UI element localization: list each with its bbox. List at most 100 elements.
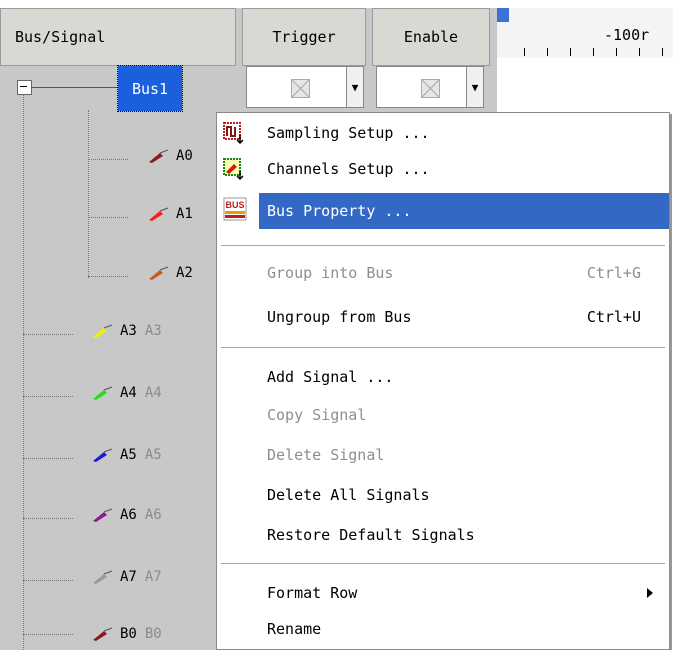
signal-name: B0	[120, 626, 137, 642]
tree-line	[23, 396, 73, 397]
menu-item-shortcut: Ctrl+G	[586, 264, 641, 282]
signal-alias: A3	[144, 323, 162, 339]
tree-line	[23, 518, 73, 519]
signal-row-a7[interactable]: A7 A7	[92, 569, 162, 585]
menu-separator	[221, 347, 665, 349]
tree-line	[88, 276, 128, 277]
signal-alias: B0	[144, 626, 162, 642]
enable-combo[interactable]: ▼	[376, 66, 484, 108]
ruler-tick	[547, 48, 548, 56]
tree-line	[23, 634, 73, 635]
signal-name: A4	[120, 385, 137, 401]
probe-icon	[149, 266, 169, 280]
menu-separator	[221, 245, 665, 247]
menu-item-label: Channels Setup ...	[267, 160, 430, 178]
signal-alias: A7	[144, 569, 162, 585]
ruler-tick	[662, 48, 663, 56]
tree-line	[23, 94, 24, 650]
menu-item-sampling-setup[interactable]: Sampling Setup ...	[217, 115, 667, 151]
menu-item-label: Delete All Signals	[267, 486, 430, 504]
top-strip	[0, 0, 673, 8]
ruler-tick	[570, 48, 571, 56]
signal-name: A5	[120, 447, 137, 463]
probe-icon	[93, 508, 113, 522]
menu-item-label: Ungroup from Bus	[267, 308, 412, 326]
signal-name: A2	[176, 265, 193, 281]
signal-name: A6	[120, 507, 137, 523]
sampling-icon	[223, 122, 244, 144]
menu-item-bus-property[interactable]: Bus Property ...	[259, 193, 669, 229]
column-header-bus-signal-label: Bus/Signal	[15, 28, 106, 46]
menu-item-label: Sampling Setup ...	[267, 124, 430, 142]
tree-line	[88, 110, 89, 278]
tree-line	[23, 458, 73, 459]
signal-row-a1[interactable]: A1	[148, 206, 193, 222]
signal-name: A7	[120, 569, 137, 585]
column-header-enable[interactable]: Enable	[372, 8, 490, 66]
context-menu: Sampling Setup ... Channels Setup ... BU…	[216, 112, 670, 650]
signal-name: A3	[120, 323, 137, 339]
probe-icon	[93, 448, 113, 462]
menu-item-ungroup-from-bus[interactable]: Ungroup from Bus Ctrl+U	[217, 299, 667, 335]
menu-item-label: Add Signal ...	[267, 368, 394, 386]
menu-item-delete-all-signals[interactable]: Delete All Signals	[217, 477, 667, 513]
probe-icon	[93, 570, 113, 584]
tree-line	[88, 217, 128, 218]
submenu-arrow-icon	[647, 588, 653, 598]
signal-alias: A4	[144, 385, 162, 401]
probe-icon	[93, 324, 113, 338]
menu-item-rename[interactable]: Rename	[217, 611, 667, 647]
chevron-down-icon[interactable]: ▼	[346, 67, 363, 107]
tree-line	[23, 334, 73, 335]
trigger-combo[interactable]: ▼	[246, 66, 364, 108]
signal-row-b0[interactable]: B0 B0	[92, 626, 162, 642]
menu-item-group-into-bus: Group into Bus Ctrl+G	[217, 255, 667, 291]
menu-item-copy-signal: Copy Signal	[217, 397, 667, 433]
menu-separator	[221, 563, 665, 565]
signal-row-a5[interactable]: A5 A5	[92, 447, 162, 463]
signal-row-a4[interactable]: A4 A4	[92, 385, 162, 401]
channels-icon	[223, 158, 244, 180]
signal-row-a2[interactable]: A2	[148, 265, 193, 281]
bus-icon: BUS	[223, 197, 247, 221]
chevron-down-icon[interactable]: ▼	[466, 67, 483, 107]
column-header-enable-label: Enable	[403, 28, 459, 46]
collapse-icon[interactable]	[17, 80, 32, 95]
signal-name: A1	[176, 206, 193, 222]
column-header-bus-signal[interactable]: Bus/Signal	[0, 8, 236, 66]
probe-icon	[93, 627, 113, 641]
column-header-trigger-label: Trigger	[272, 28, 336, 46]
enable-none-icon	[421, 79, 440, 98]
ruler-marker-icon[interactable]	[497, 8, 509, 22]
signal-alias: A6	[144, 507, 162, 523]
menu-item-shortcut: Ctrl+U	[586, 308, 641, 326]
column-header-trigger[interactable]: Trigger	[242, 8, 366, 66]
menu-item-channels-setup[interactable]: Channels Setup ...	[217, 151, 667, 187]
menu-item-label: Group into Bus	[267, 264, 394, 282]
menu-item-label: Copy Signal	[267, 406, 367, 424]
bus-node-bus1[interactable]: Bus1	[117, 65, 183, 112]
menu-item-label: Bus Property ...	[267, 202, 412, 220]
menu-item-delete-signal: Delete Signal	[217, 437, 667, 473]
signal-name: A0	[176, 148, 193, 164]
ruler-label: -100r	[604, 26, 650, 44]
probe-icon	[93, 386, 113, 400]
menu-item-add-signal[interactable]: Add Signal ...	[217, 359, 667, 395]
menu-item-format-row[interactable]: Format Row	[217, 575, 667, 611]
probe-icon	[149, 207, 169, 221]
svg-text:BUS: BUS	[225, 200, 244, 210]
signal-row-a0[interactable]: A0	[148, 148, 193, 164]
probe-icon	[149, 149, 169, 163]
menu-item-label: Format Row	[267, 584, 358, 602]
menu-item-restore-default-signals[interactable]: Restore Default Signals	[217, 517, 667, 553]
menu-item-label: Rename	[267, 620, 322, 638]
trigger-none-icon	[291, 79, 310, 98]
menu-item-label: Delete Signal	[267, 446, 385, 464]
signal-row-a3[interactable]: A3 A3	[92, 323, 162, 339]
ruler-tick	[639, 48, 640, 56]
ruler-tick	[616, 48, 617, 56]
tree-line	[23, 580, 73, 581]
menu-item-label: Restore Default Signals	[267, 526, 475, 544]
tree-connector	[32, 87, 118, 88]
signal-row-a6[interactable]: A6 A6	[92, 507, 162, 523]
